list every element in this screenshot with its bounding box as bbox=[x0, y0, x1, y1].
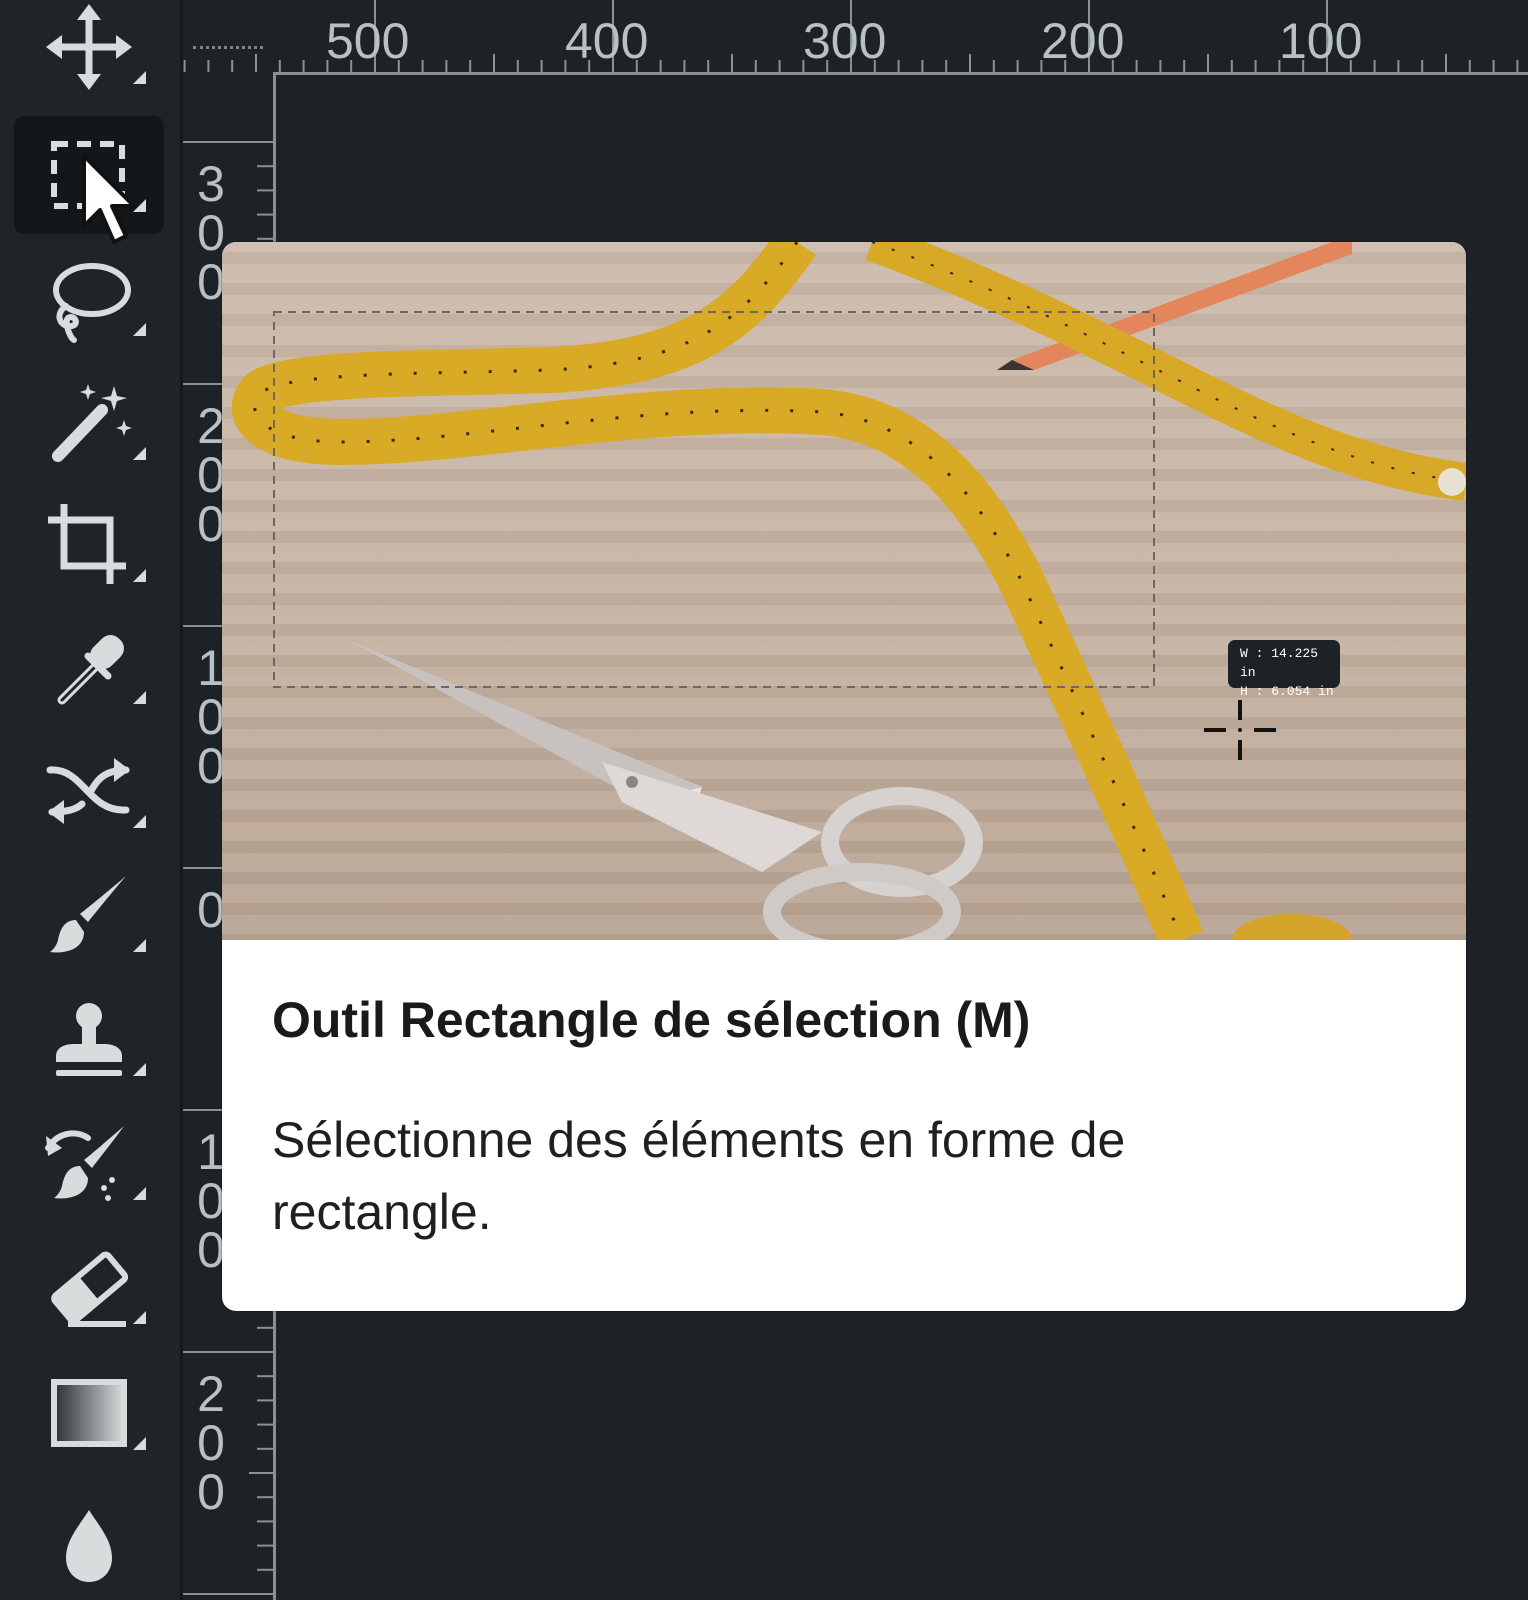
tool-group-indicator bbox=[133, 691, 146, 704]
crop-icon bbox=[48, 504, 126, 584]
tool-group-indicator bbox=[133, 815, 146, 828]
ruler-label-v-200b: 200 bbox=[197, 1366, 225, 1520]
tool-group-indicator bbox=[133, 71, 146, 84]
lasso-icon bbox=[53, 263, 131, 343]
lasso-tool-button[interactable] bbox=[14, 240, 164, 358]
history-brush-tool-button[interactable] bbox=[14, 1104, 164, 1222]
content-aware-move-icon bbox=[46, 758, 130, 824]
ruler-label-100: 100 bbox=[1279, 13, 1363, 69]
clone-stamp-tool-button[interactable] bbox=[14, 980, 164, 1098]
gradient-icon bbox=[51, 1379, 127, 1447]
tool-group-indicator bbox=[133, 1187, 146, 1200]
eraser-tool-button[interactable] bbox=[14, 1228, 164, 1346]
tool-group-indicator bbox=[133, 1063, 146, 1076]
content-aware-move-tool-button[interactable] bbox=[14, 732, 164, 850]
tools-panel bbox=[0, 0, 183, 1600]
ruler-label-400: 400 bbox=[565, 13, 649, 69]
brush-tool-button[interactable] bbox=[14, 856, 164, 974]
horizontal-ruler[interactable]: 500 400 300 200 100 bbox=[183, 0, 1528, 75]
tooltip-title: Outil Rectangle de sélection (M) bbox=[272, 992, 1031, 1048]
move-tool-button[interactable] bbox=[14, 0, 164, 106]
ruler-label-300: 300 bbox=[803, 13, 887, 69]
eyedropper-tool-button[interactable] bbox=[14, 608, 164, 726]
blur-tool-button[interactable] bbox=[14, 1478, 164, 1596]
history-brush-icon bbox=[45, 1126, 124, 1201]
tool-group-indicator bbox=[133, 1437, 146, 1450]
eraser-icon bbox=[51, 1251, 129, 1327]
crop-tool-button[interactable] bbox=[14, 486, 164, 604]
tool-group-indicator bbox=[133, 939, 146, 952]
ruler-label-500: 500 bbox=[326, 13, 410, 69]
selection-width: W : 14.225 in bbox=[1240, 646, 1319, 680]
mouse-pointer-icon bbox=[82, 154, 136, 244]
tool-group-indicator bbox=[133, 447, 146, 460]
magic-wand-icon bbox=[52, 384, 132, 462]
tool-group-indicator bbox=[133, 1311, 146, 1324]
tool-tooltip-card: W : 14.225 in H : 6.054 in Outil Rectang… bbox=[222, 242, 1466, 1311]
eyedropper-icon bbox=[57, 635, 124, 705]
tooltip-description: Sélectionne des éléments en forme de rec… bbox=[272, 1112, 1126, 1240]
selection-height: H : 6.054 in bbox=[1240, 684, 1334, 699]
tool-group-indicator bbox=[133, 323, 146, 336]
blur-icon bbox=[66, 1510, 112, 1582]
clone-stamp-icon bbox=[56, 1003, 122, 1076]
preview-illustration bbox=[231, 242, 1466, 940]
magic-wand-tool-button[interactable] bbox=[14, 364, 164, 482]
brush-icon bbox=[50, 876, 126, 953]
ruler-label-200: 200 bbox=[1041, 13, 1125, 69]
tooltip-preview-image: W : 14.225 in H : 6.054 in bbox=[222, 242, 1466, 940]
tool-group-indicator bbox=[133, 569, 146, 582]
move-icon bbox=[46, 4, 132, 90]
selection-size-readout: W : 14.225 in H : 6.054 in bbox=[1228, 640, 1340, 699]
gradient-tool-button[interactable] bbox=[14, 1354, 164, 1472]
ruler-origin[interactable] bbox=[193, 46, 263, 49]
